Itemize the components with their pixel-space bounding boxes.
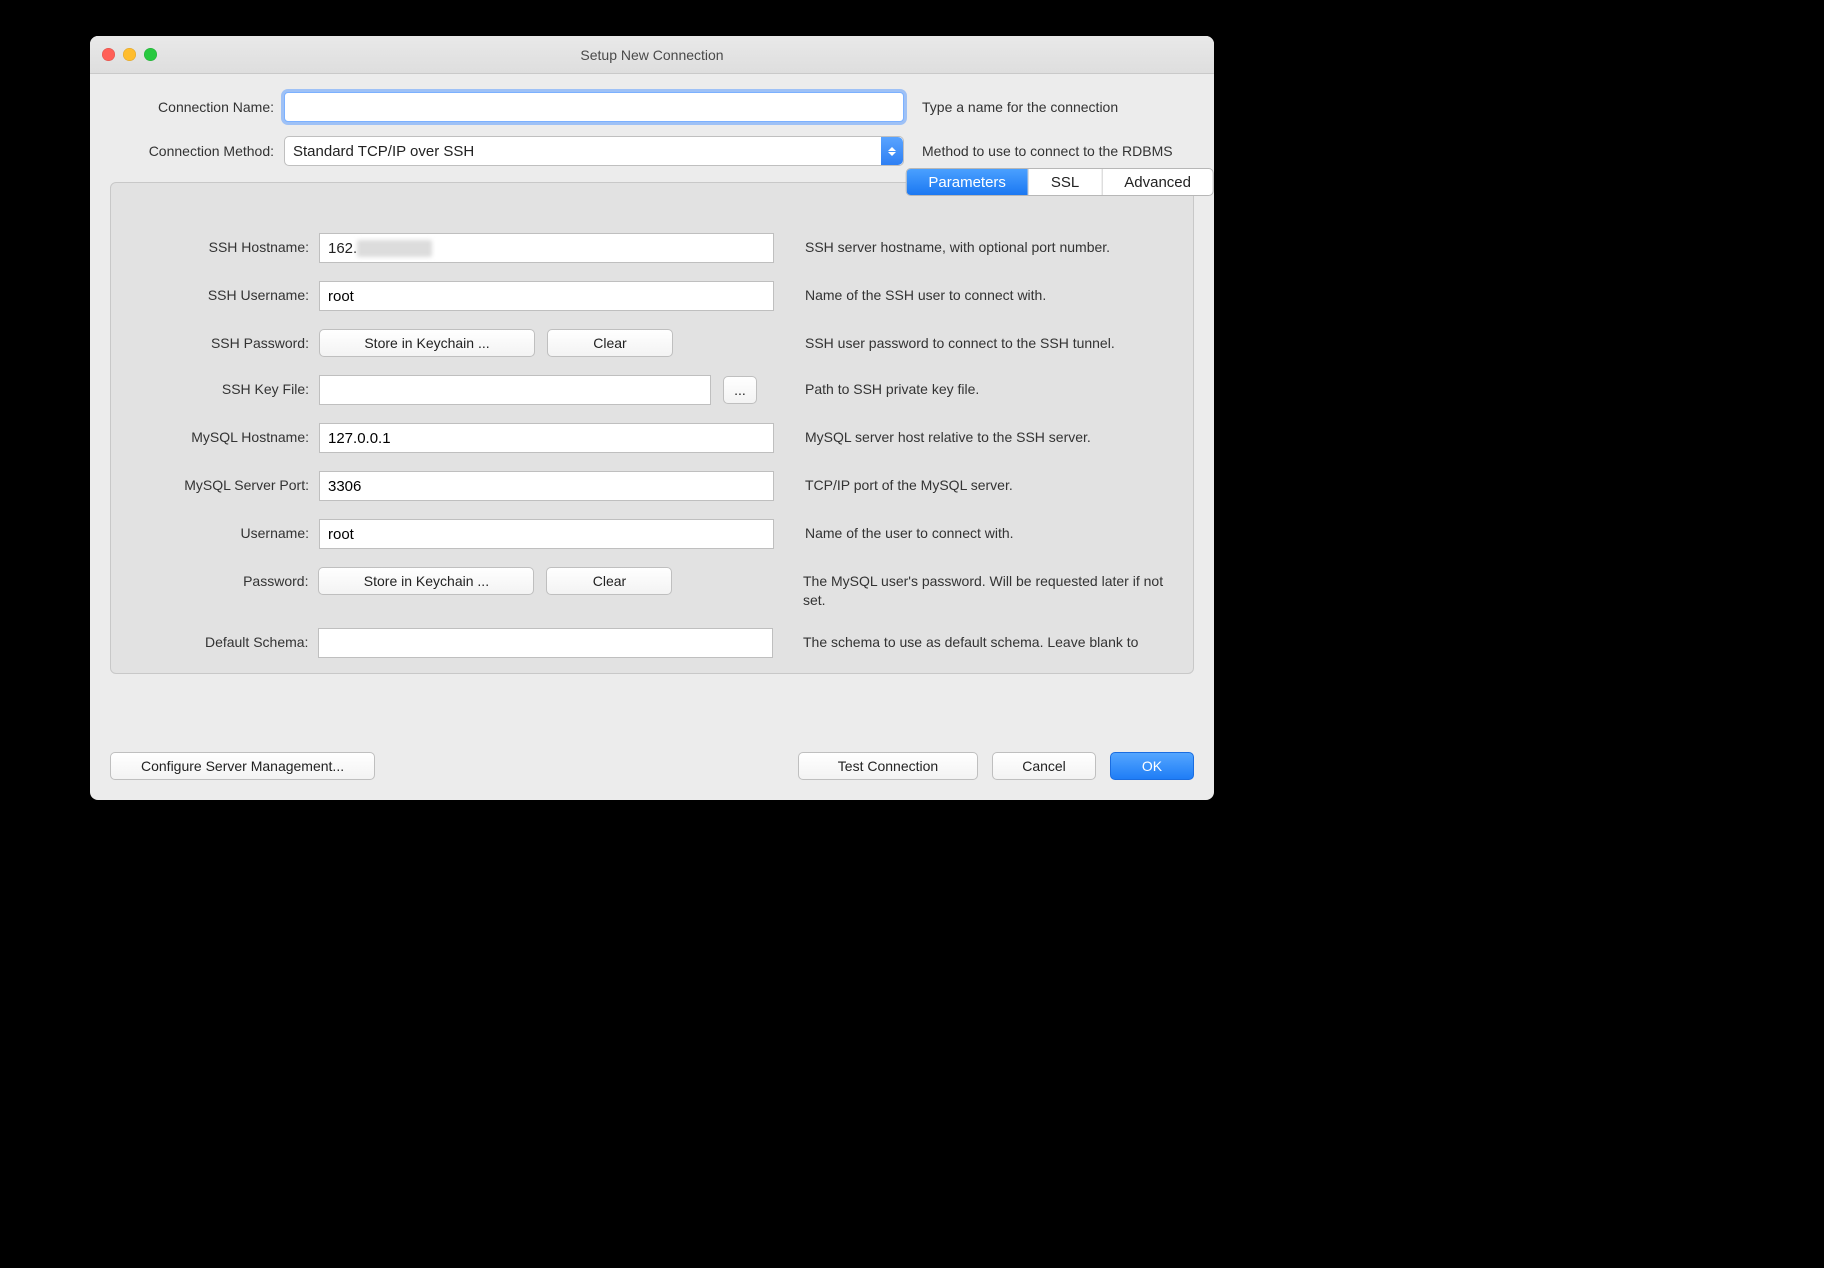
mysql-hostname-hint: MySQL server host relative to the SSH se… (805, 423, 1091, 447)
mysql-port-label: MySQL Server Port: (131, 471, 319, 493)
connection-name-label: Connection Name: (112, 99, 284, 115)
titlebar: Setup New Connection (90, 36, 1214, 74)
connection-method-label: Connection Method: (112, 143, 284, 159)
connection-name-hint: Type a name for the connection (922, 99, 1118, 115)
window-title: Setup New Connection (90, 47, 1214, 63)
password-clear-button[interactable]: Clear (546, 567, 672, 595)
ssh-password-label: SSH Password: (131, 329, 319, 351)
tab-bar: Parameters SSL Advanced (905, 168, 1214, 196)
ssh-username-hint: Name of the SSH user to connect with. (805, 281, 1046, 305)
ssh-keyfile-hint: Path to SSH private key file. (805, 375, 979, 399)
ssh-keyfile-input[interactable] (319, 375, 711, 405)
ssh-password-store-button[interactable]: Store in Keychain ... (319, 329, 535, 357)
connection-method-value: Standard TCP/IP over SSH (293, 143, 474, 160)
default-schema-label: Default Schema: (131, 628, 318, 650)
default-schema-input[interactable] (318, 628, 773, 658)
password-label: Password: (131, 567, 318, 589)
ssh-username-label: SSH Username: (131, 281, 319, 303)
password-hint: The MySQL user's password. Will be reque… (803, 567, 1173, 610)
mysql-port-input[interactable] (319, 471, 774, 501)
cancel-button[interactable]: Cancel (992, 752, 1096, 780)
tab-ssl[interactable]: SSL (1029, 169, 1102, 195)
ok-button[interactable]: OK (1110, 752, 1194, 780)
password-store-button[interactable]: Store in Keychain ... (318, 567, 534, 595)
ssh-hostname-label: SSH Hostname: (131, 233, 319, 255)
username-hint: Name of the user to connect with. (805, 519, 1014, 543)
connection-method-hint: Method to use to connect to the RDBMS (922, 143, 1173, 159)
ssh-password-clear-button[interactable]: Clear (547, 329, 673, 357)
connection-name-input[interactable] (284, 92, 904, 122)
mysql-hostname-label: MySQL Hostname: (131, 423, 319, 445)
ssh-username-input[interactable] (319, 281, 774, 311)
parameters-panel: SSH Hostname: 162. ███████ SSH server ho… (110, 182, 1194, 674)
combo-stepper-icon (881, 137, 903, 165)
mysql-hostname-input[interactable] (319, 423, 774, 453)
username-label: Username: (131, 519, 319, 541)
tab-parameters[interactable]: Parameters (906, 169, 1029, 195)
ssh-keyfile-browse-button[interactable]: ... (723, 376, 757, 404)
test-connection-button[interactable]: Test Connection (798, 752, 978, 780)
dialog-window: Setup New Connection Connection Name: Ty… (90, 36, 1214, 800)
header-area: Connection Name: Type a name for the con… (90, 74, 1214, 182)
mysql-port-hint: TCP/IP port of the MySQL server. (805, 471, 1013, 495)
username-input[interactable] (319, 519, 774, 549)
ssh-hostname-input[interactable]: 162. ███████ (319, 233, 774, 263)
ssh-hostname-value-redacted: ███████ (357, 240, 431, 257)
configure-server-management-button[interactable]: Configure Server Management... (110, 752, 375, 780)
connection-method-select[interactable]: Standard TCP/IP over SSH (284, 136, 904, 166)
footer: Configure Server Management... Test Conn… (90, 736, 1214, 800)
ssh-keyfile-label: SSH Key File: (131, 375, 319, 397)
ssh-password-hint: SSH user password to connect to the SSH … (805, 329, 1115, 353)
default-schema-hint: The schema to use as default schema. Lea… (803, 628, 1173, 656)
ssh-hostname-value-visible: 162. (328, 240, 357, 257)
ssh-hostname-hint: SSH server hostname, with optional port … (805, 233, 1110, 257)
tab-advanced[interactable]: Advanced (1102, 169, 1213, 195)
